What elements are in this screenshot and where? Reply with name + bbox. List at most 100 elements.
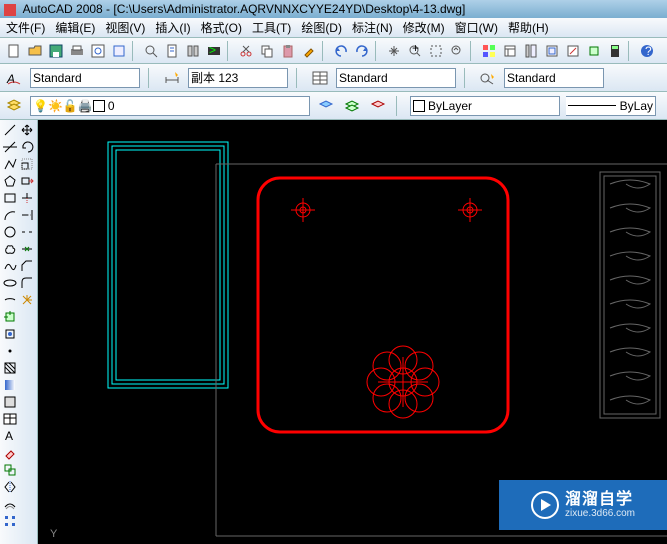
main-area: A (0, 120, 667, 544)
bulb-icon: 💡 (33, 99, 48, 113)
new-icon[interactable] (4, 41, 24, 61)
circle-icon[interactable] (2, 224, 18, 240)
line-icon[interactable] (2, 122, 18, 138)
layer-iso-icon[interactable] (368, 96, 388, 116)
menu-window[interactable]: 窗口(W) (455, 20, 498, 35)
layer-state-icon[interactable] (342, 96, 362, 116)
standard-toolbar: > + ? (0, 38, 667, 64)
modify-chamfer-icon[interactable] (19, 258, 35, 274)
help-icon[interactable]: ? (637, 41, 657, 61)
zoom-prev-icon[interactable] (447, 41, 467, 61)
block-make-icon[interactable] (2, 326, 18, 342)
find-icon[interactable] (141, 41, 161, 61)
ml-style-icon[interactable] (478, 68, 498, 88)
xline-icon[interactable] (2, 139, 18, 155)
print-icon[interactable] (67, 41, 87, 61)
modify-move-icon[interactable] (19, 122, 35, 138)
watermark-brand: 溜溜自学 (565, 491, 635, 509)
menu-dim[interactable]: 标注(N) (352, 20, 393, 35)
block-icon[interactable] (584, 41, 604, 61)
drawing-area[interactable]: Y 溜溜自学 zixue.3d66.com (38, 120, 667, 544)
tool-pal-icon[interactable] (183, 41, 203, 61)
dim-style-combo[interactable]: 副本 123 (188, 68, 288, 88)
modify-extend-icon[interactable] (19, 207, 35, 223)
modify-fillet-icon[interactable] (19, 275, 35, 291)
menubar: 文件(F) 编辑(E) 视图(V) 插入(I) 格式(O) 工具(T) 绘图(D… (0, 18, 667, 38)
undo-icon[interactable] (331, 41, 351, 61)
menu-format[interactable]: 格式(O) (201, 20, 242, 35)
lw-label: ByLay (620, 99, 653, 113)
color-combo[interactable]: ByLayer (410, 96, 560, 116)
calc-icon[interactable] (605, 41, 625, 61)
text-style-combo[interactable]: Standard (30, 68, 140, 88)
revcloud-icon[interactable] (2, 241, 18, 257)
menu-help[interactable]: 帮助(H) (508, 20, 549, 35)
spline-icon[interactable] (2, 258, 18, 274)
modify-erase-icon[interactable] (2, 445, 18, 461)
markup-icon[interactable] (563, 41, 583, 61)
zoom-win-icon[interactable] (426, 41, 446, 61)
table-style-icon[interactable] (310, 68, 330, 88)
redo-icon[interactable] (352, 41, 372, 61)
modify-explode-icon[interactable] (19, 292, 35, 308)
table-icon[interactable] (2, 411, 18, 427)
match-icon[interactable] (299, 41, 319, 61)
menu-tools[interactable]: 工具(T) (252, 20, 291, 35)
modify-scale-icon[interactable] (19, 156, 35, 172)
cut-icon[interactable] (236, 41, 256, 61)
save-icon[interactable] (46, 41, 66, 61)
menu-file[interactable]: 文件(F) (6, 20, 45, 35)
ml-style-combo[interactable]: Standard (504, 68, 604, 88)
ellipse-icon[interactable] (2, 275, 18, 291)
svg-text:A: A (6, 72, 15, 86)
gradient-icon[interactable] (2, 377, 18, 393)
zoom-rt-icon[interactable]: + (405, 41, 425, 61)
layer-combo[interactable]: 💡 ☀️ 🔓 🖨️ 0 (30, 96, 310, 116)
dim-style-icon[interactable] (162, 68, 182, 88)
layer-manager-icon[interactable] (4, 96, 24, 116)
props-icon[interactable] (479, 41, 499, 61)
modify-trim-icon[interactable] (19, 190, 35, 206)
point-icon[interactable] (2, 343, 18, 359)
menu-draw[interactable]: 绘图(D) (301, 20, 342, 35)
menu-insert[interactable]: 插入(I) (155, 20, 190, 35)
titlebar: AutoCAD 2008 - [C:\Users\Administrator.A… (0, 0, 667, 18)
pan-icon[interactable] (384, 41, 404, 61)
mtext-icon[interactable]: A (2, 428, 18, 444)
sheet-icon[interactable] (162, 41, 182, 61)
modify-mirror-icon[interactable] (2, 479, 18, 495)
menu-modify[interactable]: 修改(M) (403, 20, 445, 35)
plot-preview-icon[interactable] (88, 41, 108, 61)
tp-icon[interactable] (521, 41, 541, 61)
table-style-combo[interactable]: Standard (336, 68, 456, 88)
publish-icon[interactable] (109, 41, 129, 61)
hatch-icon[interactable] (2, 360, 18, 376)
ellipsearc-icon[interactable] (2, 292, 18, 308)
rect-icon[interactable] (2, 190, 18, 206)
paste-icon[interactable] (278, 41, 298, 61)
lineweight-combo[interactable]: ByLay (566, 96, 656, 116)
polygon-icon[interactable] (2, 173, 18, 189)
modify-array-icon[interactable] (2, 513, 18, 529)
dc-icon[interactable] (500, 41, 520, 61)
open-icon[interactable] (25, 41, 45, 61)
arc-icon[interactable] (2, 207, 18, 223)
modify-copy-icon[interactable] (2, 462, 18, 478)
modify-stretch-icon[interactable] (19, 173, 35, 189)
text-style-icon[interactable]: A (4, 68, 24, 88)
layer-toolbar: 💡 ☀️ 🔓 🖨️ 0 ByLayer ByLay (0, 92, 667, 120)
cmd-icon[interactable]: > (204, 41, 224, 61)
layer-prev-icon[interactable] (316, 96, 336, 116)
copy-icon[interactable] (257, 41, 277, 61)
menu-edit[interactable]: 编辑(E) (55, 20, 95, 35)
modify-break-icon[interactable] (19, 224, 35, 240)
modify-offset-icon[interactable] (2, 496, 18, 512)
modify-join-icon[interactable] (19, 241, 35, 257)
menu-view[interactable]: 视图(V) (105, 20, 145, 35)
modify-rotate-icon[interactable] (19, 139, 35, 155)
pline-icon[interactable] (2, 156, 18, 172)
insert-icon[interactable] (2, 309, 18, 325)
ssm-icon[interactable] (542, 41, 562, 61)
color-swatch (413, 100, 425, 112)
region-icon[interactable] (2, 394, 18, 410)
